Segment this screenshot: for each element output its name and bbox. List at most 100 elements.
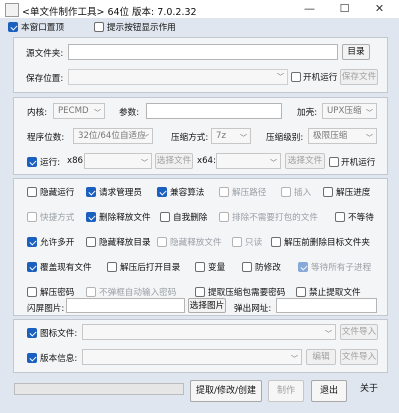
icon-import-button[interactable]: 文件导入 (340, 324, 378, 340)
x64-label: x64: (197, 156, 216, 166)
topmost-checkbox[interactable] (8, 22, 18, 32)
extract-password-checkbox[interactable] (27, 287, 37, 297)
exit-button[interactable]: 退出 (311, 380, 347, 402)
chevron-down-icon: ﹀ (142, 134, 149, 142)
extract-password-label: 解压密码 (40, 288, 75, 298)
forbid-extract-label: 禁止提取文件 (309, 288, 361, 298)
x64-select[interactable]: ﹀ (216, 153, 281, 169)
source-label: 源文件夹: (26, 49, 64, 59)
version-select[interactable]: ﹀ (82, 349, 302, 365)
chevron-down-icon: ﹀ (270, 159, 277, 167)
delete-released-checkbox[interactable] (86, 212, 96, 222)
exclude-files-checkbox[interactable] (219, 212, 229, 222)
hint-checkbox[interactable] (94, 22, 104, 32)
packer-select[interactable]: UPX压缩 ﹀ (322, 103, 377, 119)
x86-select[interactable]: ﹀ (84, 153, 152, 169)
allow-multi-checkbox[interactable] (27, 237, 37, 247)
insert-checkbox[interactable] (281, 187, 291, 197)
kernel-label: 内核: (27, 108, 48, 118)
insert-label: 插入 (294, 188, 312, 198)
x64-select-file-button[interactable]: 选择文件 (285, 153, 325, 169)
hint-label: 提示按钮显示作用 (107, 23, 176, 33)
popup-url-label: 弹出网址: (234, 304, 272, 314)
popup-url-input[interactable] (276, 298, 377, 313)
icon-select[interactable]: ﹀ (82, 324, 336, 340)
no-wait-checkbox[interactable] (335, 212, 345, 222)
archive-password-checkbox[interactable] (195, 287, 205, 297)
auto-password-label: 不弹框自动输入密码 (99, 288, 177, 298)
app-icon (5, 3, 19, 17)
packer-label: 加壳: (297, 108, 318, 118)
version-edit-button[interactable]: 编辑 (306, 349, 336, 365)
level-select[interactable]: 极限压缩 ﹀ (308, 128, 377, 144)
program-select[interactable]: 32位/64位自适应 ﹀ (73, 128, 153, 144)
exclude-files-label: 排除不需要打包的文件 (232, 213, 318, 223)
version-checkbox[interactable] (27, 353, 37, 363)
open-dir-after-checkbox[interactable] (107, 262, 117, 272)
run-autorun-checkbox[interactable] (329, 157, 339, 167)
anti-modify-checkbox[interactable] (242, 262, 252, 272)
source-input[interactable] (68, 44, 338, 60)
chevron-down-icon: ﹀ (240, 134, 247, 142)
readonly-checkbox[interactable] (232, 237, 242, 247)
chevron-down-icon: ﹀ (366, 134, 373, 142)
topmost-label: 本窗口置顶 (21, 23, 64, 33)
variable-checkbox[interactable] (195, 262, 205, 272)
hide-release-dir-checkbox[interactable] (86, 237, 96, 247)
compat-algo-checkbox[interactable] (157, 187, 167, 197)
compress-label: 压缩方式: (171, 133, 209, 143)
about-link[interactable]: 关于 (360, 381, 378, 394)
select-image-button[interactable]: 选择图片 (188, 298, 226, 313)
icon-checkbox[interactable] (27, 328, 37, 338)
delete-released-label: 删除释放文件 (99, 213, 151, 223)
extract-progress-checkbox[interactable] (323, 187, 333, 197)
chevron-down-icon: ﹀ (291, 355, 298, 363)
icon-label: 图标文件: (40, 329, 78, 339)
compress-select[interactable]: 7z ﹀ (211, 128, 251, 144)
version-import-button[interactable]: 文件导入 (340, 349, 378, 365)
close-button[interactable]: ✕ (362, 0, 397, 18)
variable-label: 变量 (208, 263, 226, 273)
overwrite-checkbox[interactable] (27, 262, 37, 272)
x86-select-file-button[interactable]: 选择文件 (155, 153, 193, 169)
run-checkbox[interactable] (27, 157, 37, 167)
splash-input[interactable] (66, 298, 185, 313)
hide-run-checkbox[interactable] (27, 187, 37, 197)
chevron-down-icon: ﹀ (94, 109, 101, 117)
params-input[interactable] (146, 103, 282, 119)
request-admin-checkbox[interactable] (86, 187, 96, 197)
extract-modify-create-button[interactable]: 提取/修改/创建 (190, 380, 262, 402)
shortcut-checkbox[interactable] (27, 212, 37, 222)
save-autorun-checkbox[interactable] (291, 72, 301, 82)
hide-release-file-label: 隐藏释放文件 (170, 238, 222, 248)
source-dir-button[interactable]: 目录 (342, 44, 370, 60)
progress-bar (14, 383, 184, 395)
shortcut-label: 快捷方式 (40, 213, 75, 223)
auto-password-checkbox[interactable] (86, 287, 96, 297)
splash-label: 闪屏图片: (27, 302, 65, 314)
delete-target-dir-checkbox[interactable] (271, 237, 281, 247)
hide-release-file-checkbox[interactable] (157, 237, 167, 247)
forbid-extract-checkbox[interactable] (296, 287, 306, 297)
save-input[interactable]: ﹀ (68, 69, 288, 85)
make-button[interactable]: 制作 (268, 380, 304, 402)
save-autorun-label: 开机运行 (303, 73, 338, 83)
minimize-button[interactable]: — (292, 0, 327, 18)
version-label: 版本信息: (40, 354, 78, 364)
hide-release-dir-label: 隐藏释放目录 (99, 238, 151, 248)
kernel-select[interactable]: PECMD ﹀ (53, 103, 105, 119)
extract-path-checkbox[interactable] (219, 187, 229, 197)
maximize-button[interactable]: ☐ (327, 0, 362, 18)
extract-path-label: 解压路径 (232, 188, 267, 198)
level-label: 压缩级别: (266, 133, 304, 143)
wait-children-checkbox[interactable] (298, 262, 308, 272)
save-file-button[interactable]: 保存文件 (340, 69, 378, 85)
anti-modify-label: 防修改 (255, 263, 281, 273)
run-autorun-label: 开机运行 (341, 158, 376, 168)
allow-multi-label: 允许多开 (40, 238, 75, 248)
chevron-down-icon: ﹀ (277, 73, 284, 81)
self-delete-checkbox[interactable] (160, 212, 170, 222)
run-label: 运行: (40, 158, 61, 168)
save-label: 保存位置: (26, 74, 64, 84)
extract-progress-label: 解压进度 (336, 188, 371, 198)
